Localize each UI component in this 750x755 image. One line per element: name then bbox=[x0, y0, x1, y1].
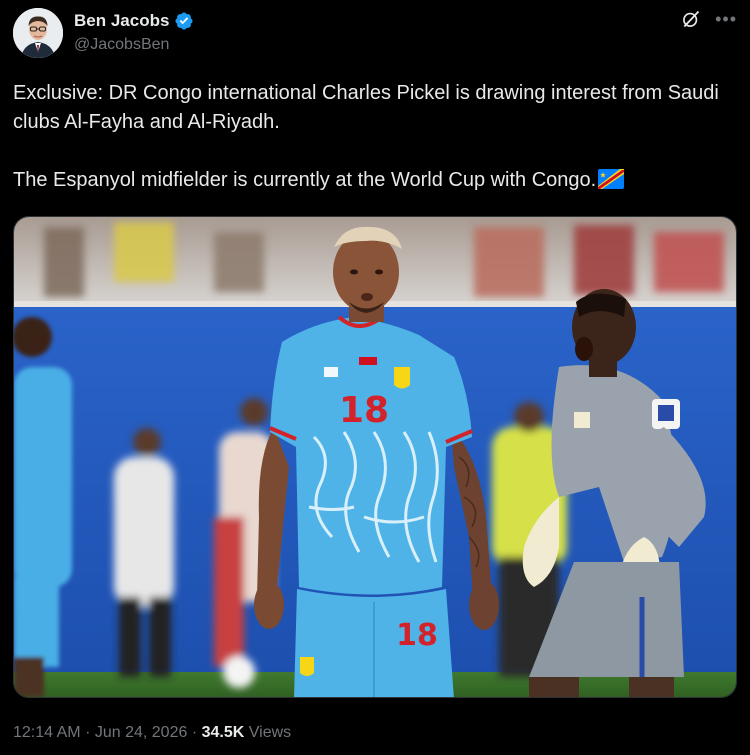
tweet-paragraph-2: The Espanyol midfielder is currently at … bbox=[13, 166, 737, 195]
meta-separator-2: · bbox=[191, 724, 198, 741]
author-handle[interactable]: @JacobsBen bbox=[74, 34, 194, 56]
grok-icon[interactable] bbox=[681, 9, 701, 29]
avatar[interactable] bbox=[13, 8, 63, 58]
tweet-photo[interactable]: 18 18 bbox=[13, 216, 737, 698]
author-display-name[interactable]: Ben Jacobs bbox=[74, 10, 194, 32]
more-icon[interactable]: ••• bbox=[715, 9, 737, 29]
tweet-paragraph-2-text: The Espanyol midfielder is currently at … bbox=[13, 169, 597, 191]
tweet-meta: 12:14 AM · Jun 24, 2026 · 34.5K Views bbox=[13, 721, 291, 745]
views-label: Views bbox=[248, 724, 292, 741]
views-count[interactable]: 34.5K bbox=[202, 724, 245, 741]
shorts-number: 18 bbox=[396, 618, 438, 653]
tweet-text: Exclusive: DR Congo international Charle… bbox=[13, 79, 737, 195]
author-name-text[interactable]: Ben Jacobs bbox=[74, 10, 169, 32]
verified-badge-icon bbox=[175, 12, 193, 30]
tweet-time[interactable]: 12:14 AM bbox=[13, 724, 81, 741]
meta-separator: · bbox=[85, 724, 91, 741]
dr-congo-flag-icon bbox=[598, 169, 625, 189]
football-match-photo: 18 18 bbox=[14, 217, 736, 697]
tweet-date[interactable]: Jun 24, 2026 bbox=[95, 724, 188, 741]
jersey-number: 18 bbox=[339, 390, 389, 431]
tweet-header: Ben Jacobs @JacobsBen ••• bbox=[13, 7, 737, 59]
tweet-paragraph-1: Exclusive: DR Congo international Charle… bbox=[13, 82, 719, 133]
